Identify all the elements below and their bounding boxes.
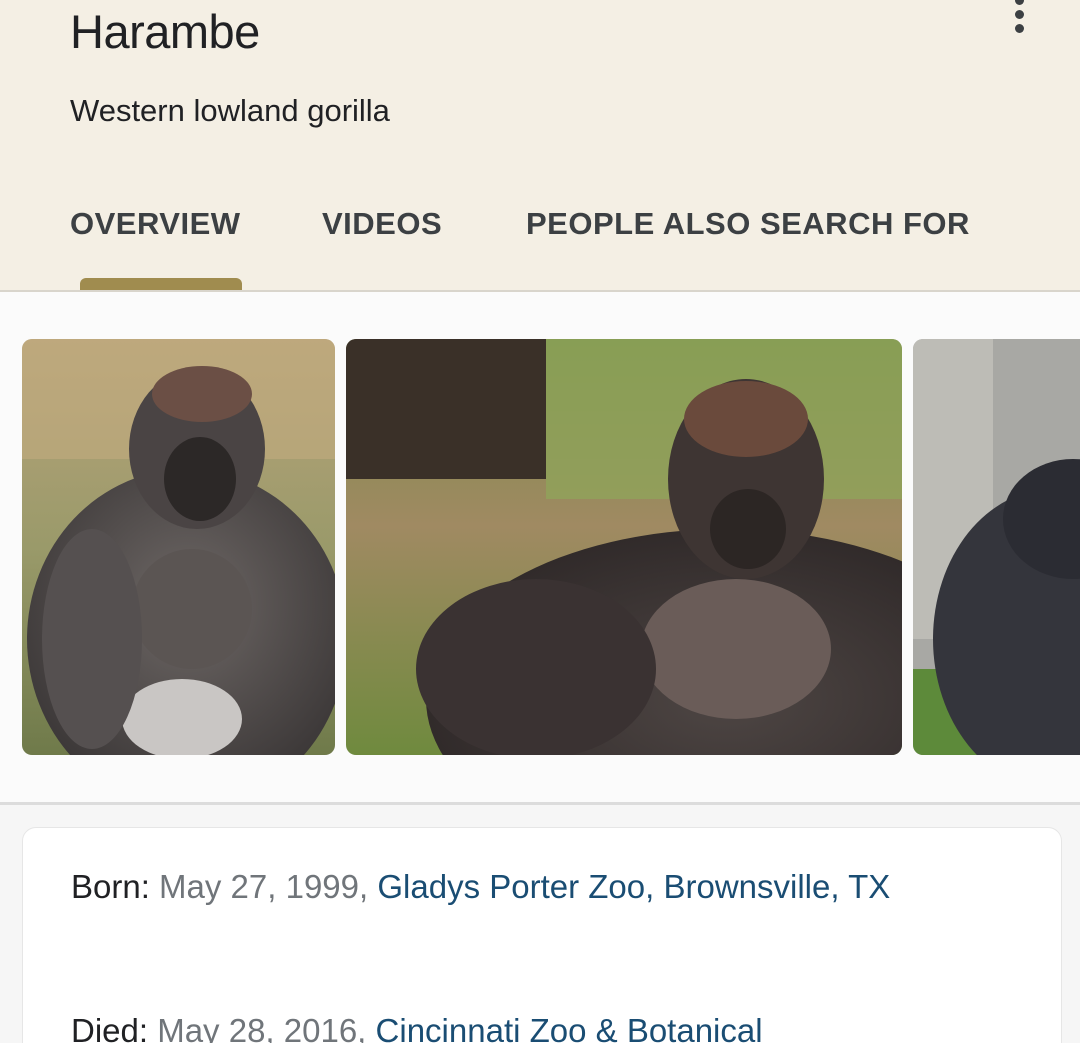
knowledge-panel: Harambe Western lowland gorilla OVERVIEW… (0, 0, 1080, 1043)
born-label: Born: (71, 868, 150, 905)
tab-bar: OVERVIEW VIDEOS PEOPLE ALSO SEARCH FOR (0, 200, 1080, 291)
panel-header: Harambe Western lowland gorilla OVERVIEW… (0, 0, 1080, 292)
more-vert-icon[interactable] (1008, 0, 1032, 40)
born-place-link[interactable]: Gladys Porter Zoo, Brownsville, TX (377, 868, 890, 905)
active-tab-indicator (80, 278, 242, 290)
fact-died: Died: May 28, 2016, Cincinnati Zoo & Bot… (71, 1002, 1031, 1043)
born-date: May 27, 1999, (149, 868, 378, 905)
info-section: Born: May 27, 1999, Gladys Porter Zoo, B… (0, 805, 1080, 1043)
tab-videos[interactable]: VIDEOS (322, 206, 442, 242)
gorilla-photo-1[interactable] (22, 339, 335, 755)
tab-overview[interactable]: OVERVIEW (70, 206, 241, 242)
died-place-link[interactable]: Cincinnati Zoo & Botanical (376, 1012, 763, 1043)
died-label: Died: (71, 1012, 149, 1043)
facts-card: Born: May 27, 1999, Gladys Porter Zoo, B… (22, 827, 1062, 1043)
entity-title: Harambe (70, 5, 260, 58)
gorilla-photo-2[interactable] (346, 339, 902, 755)
image-carousel (0, 292, 1080, 802)
tab-people-also-search-for[interactable]: PEOPLE ALSO SEARCH FOR (526, 206, 970, 242)
fact-born: Born: May 27, 1999, Gladys Porter Zoo, B… (71, 858, 1031, 915)
gorilla-photo-3[interactable] (913, 339, 1080, 755)
entity-subtitle: Western lowland gorilla (70, 93, 390, 128)
died-date: May 28, 2016, (148, 1012, 376, 1043)
